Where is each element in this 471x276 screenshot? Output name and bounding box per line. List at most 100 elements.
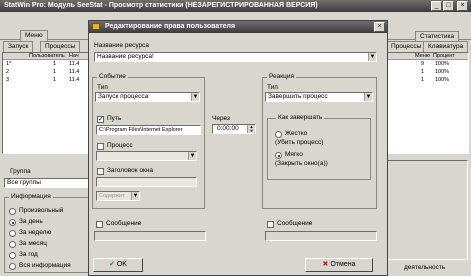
right-lower-panel [386,160,468,260]
info-option-week-radio[interactable] [9,230,16,237]
path-label: Путь [107,115,122,122]
row-percent: 100% [435,77,450,83]
process-label: Процесс [107,142,133,149]
main-minimize-button[interactable]: _ [431,1,442,11]
window-contains-value: Содержит [99,193,125,199]
row-menu: 1 [421,77,425,83]
info-option-all[interactable]: Вся информация [19,262,71,270]
chevron-down-icon[interactable]: ▼ [131,192,139,200]
info-option-all-radio[interactable] [9,263,16,270]
ok-button[interactable]: ✔ OK [93,258,143,272]
info-option-year[interactable]: За год [19,251,38,259]
info-option-day[interactable]: За день [19,218,43,226]
tab-processes[interactable]: Процессы [40,41,81,52]
row-menu: 1 [421,69,425,75]
cancel-label: Отмена [330,261,356,268]
delay-input[interactable]: 0:00:00 ▲ ▼ [212,124,256,134]
reaction-type-label: Тип [267,84,278,91]
how-to-close-title: Как завершать [276,114,325,122]
soft-radio[interactable] [275,152,282,159]
row-marker: 3 [6,77,10,83]
main-titlebar: StatWin Pro: Модуль SeeStat - Просмотр с… [0,0,471,12]
chevron-down-icon[interactable]: ▼ [368,53,376,61]
message-label-left: Сообщение [106,220,142,227]
window-title-label: Заголовок окна [107,167,154,174]
soft-label[interactable]: Мягко [285,151,303,159]
check-icon: ✔ [109,261,115,268]
row-start: 11.4 [69,69,80,75]
grid-header-percent: Процент [433,53,455,59]
row-start: 11.4 [69,77,80,83]
grid-header-user: Пользователь [29,53,65,59]
info-option-year-radio[interactable] [9,252,16,259]
row-percent: 100% [435,61,450,67]
info-title: Информация [9,193,53,201]
cancel-icon: ✖ [322,261,329,268]
spinner-arrows-icon[interactable]: ▲ ▼ [247,125,255,133]
delay-value: 0:00:00 [217,125,239,132]
message-input-right[interactable] [265,231,377,241]
hard-radio[interactable] [275,131,282,138]
hard-label[interactable]: Жестко [285,130,307,138]
row-start: 11.4 [69,61,80,67]
group-select-value: Все группы [7,179,41,186]
message-input-left[interactable] [94,231,206,241]
window-title-checkbox[interactable] [97,168,104,175]
dialog-title: Редактирование права пользователя [105,23,236,30]
main-maximize-button[interactable]: □ [443,1,454,11]
rule-name-value: Название ресурса! [97,53,154,60]
main-close-button[interactable]: × [457,1,468,11]
process-checkbox[interactable] [97,143,104,150]
tab-processes-right[interactable]: Процессы [386,41,427,52]
tab-menu[interactable]: Меню [20,30,48,41]
info-option-month[interactable]: За месяц [19,240,47,248]
row-user: 1 [53,61,57,67]
message-checkbox-left[interactable] [96,221,103,228]
row-user: 1 [53,69,57,75]
reaction-type-value: Завершить процесс [268,93,328,100]
info-option-custom[interactable]: Произвольный [19,207,63,215]
how-to-close-groupbox: Как завершать [267,114,371,180]
info-option-month-radio[interactable] [9,241,16,248]
window-contains-select[interactable]: Содержит ▼ [96,191,140,201]
row-user: 1 [53,77,57,83]
event-type-select[interactable]: Запуск процесса ▼ [95,92,200,102]
process-select[interactable]: ▼ [96,151,197,161]
chevron-down-icon[interactable]: ▼ [191,93,199,101]
event-type-value: Запуск процесса [98,93,149,100]
tab-keyboard[interactable]: Клавиатура [423,41,469,52]
hard-hint: (Убить процесс) [275,139,324,146]
path-value: C:\Program Files\Internet Explorer [99,127,183,133]
event-type-label: Тип [97,84,108,91]
reaction-type-select[interactable]: Завершить процесс ▼ [265,92,373,102]
info-option-week[interactable]: За неделю [19,229,51,237]
group-label: Группа [10,168,31,175]
grid-header-start: Нач [69,53,79,59]
event-title: Событие [97,73,128,81]
rule-name-label: Название ресурса [94,42,149,49]
chevron-down-icon[interactable]: ▼ [188,152,196,160]
message-label-right: Сообщение [277,220,313,227]
row-menu: 9 [421,61,425,67]
row-percent: 100% [435,69,450,75]
grid-header-menu: Меню [415,53,430,59]
message-checkbox-right[interactable] [267,221,274,228]
tab-launch[interactable]: Запуск [3,41,34,52]
row-marker: 2 [6,69,10,75]
bottom-right-link[interactable]: деятельность [404,264,445,272]
info-option-day-radio[interactable] [9,219,16,226]
path-input[interactable]: C:\Program Files\Internet Explorer [96,125,201,135]
cancel-button[interactable]: ✖ Отмена [305,258,373,272]
delay-label: Через [212,115,231,122]
rule-name-select[interactable]: Название ресурса! ▼ [94,52,377,62]
soft-hint: (Закрыть окно(а)) [275,160,328,167]
main-title: StatWin Pro: Модуль SeeStat - Просмотр с… [4,2,318,9]
info-option-custom-radio[interactable] [9,208,16,215]
path-checkbox[interactable]: ✓ [97,116,104,123]
window-title-input[interactable] [96,177,197,187]
chevron-down-icon[interactable]: ▼ [364,93,372,101]
dialog-close-button[interactable]: × [374,22,385,32]
dialog-titlebar: Редактирование права пользователя [89,21,387,33]
reaction-title: Реакция [267,73,296,81]
group-select[interactable]: Все группы [4,178,90,188]
